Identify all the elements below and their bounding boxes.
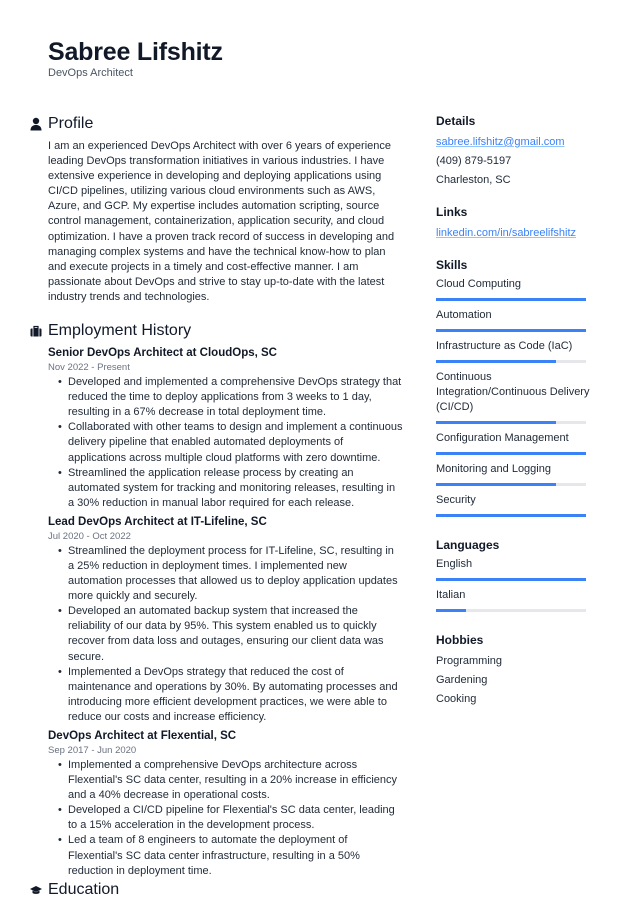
skill-item: Infrastructure as Code (IaC): [436, 339, 596, 363]
skill-item-label: Infrastructure as Code (IaC): [436, 340, 573, 352]
job-bullet: Developed and implemented a comprehensiv…: [58, 375, 403, 420]
skill-item-label: Continuous Integration/Continuous Delive…: [436, 371, 590, 413]
job-dates: Jul 2020 - Oct 2022: [48, 530, 131, 542]
hobby-item: Cooking: [436, 693, 477, 705]
skill-item-level-bar: [436, 329, 586, 332]
skill-item-level-bar: [436, 452, 586, 455]
job-bullets: Streamlined the deployment process for I…: [48, 544, 403, 725]
job-bullets: Developed and implemented a comprehensiv…: [48, 375, 403, 511]
skill-item: Configuration Management: [436, 431, 596, 455]
job-bullet: Implemented a DevOps strategy that reduc…: [58, 665, 403, 725]
hobby-item: Gardening: [436, 674, 488, 686]
job-dates: Sep 2017 - Jun 2020: [48, 745, 137, 756]
skill-item-label: Cloud Computing: [436, 278, 521, 290]
skill-item-level-fill: [436, 329, 586, 332]
user-icon: [30, 117, 42, 131]
language-item-level-fill: [436, 578, 586, 581]
skill-item-label: Configuration Management: [436, 432, 569, 444]
education-heading: Education: [48, 881, 120, 898]
employment-heading: Employment History: [48, 322, 192, 340]
graduation-cap-icon: [30, 886, 42, 894]
skill-item-level-fill: [436, 421, 556, 424]
skill-item-label: Monitoring and Logging: [436, 463, 551, 475]
main-column: Profile I am an experienced DevOps Archi…: [30, 113, 403, 879]
job-title: DevOps Architect at Flexential, SC: [48, 730, 237, 742]
education-header: Education: [30, 879, 120, 901]
languages-section: Languages English Italian: [436, 537, 596, 612]
job-bullet: Streamlined the application release proc…: [58, 466, 403, 511]
skill-item-level-fill: [436, 298, 586, 301]
job-title: Lead DevOps Architect at IT-Lifeline, SC: [48, 515, 267, 528]
skill-item-level-bar: [436, 298, 586, 301]
job-bullet: Led a team of 8 engineers to automate th…: [58, 833, 403, 878]
hobbies-list: Programming Gardening Cooking: [436, 652, 596, 709]
job-entry: DevOps Architect at Flexential, SC Sep 20…: [48, 728, 403, 879]
details-heading: Details: [436, 114, 476, 128]
education-section: Education: [30, 879, 120, 901]
language-item-label: English: [436, 558, 473, 570]
links-heading: Links: [436, 205, 468, 219]
resume-name: Sabree Lifshitz: [48, 38, 223, 66]
linkedin-link[interactable]: linkedin.com/in/sabreelifshitz: [436, 227, 576, 239]
profile-summary: I am an experienced DevOps Architect wit…: [48, 140, 395, 303]
email-link[interactable]: sabree.lifshitz@gmail.com: [436, 136, 565, 148]
profile-section: Profile I am an experienced DevOps Archi…: [30, 113, 403, 305]
job-entry: Lead DevOps Architect at IT-Lifeline, SC…: [48, 514, 403, 725]
languages-list: English Italian: [436, 557, 596, 612]
skill-item-level-fill: [436, 514, 586, 517]
hobbies-heading: Hobbies: [436, 633, 484, 647]
skills-section: Skills Cloud Computing Automation Infrastr…: [436, 257, 596, 517]
resume-job-title: DevOps Architect: [48, 67, 133, 79]
skill-item: Automation: [436, 308, 596, 332]
language-item: English: [436, 557, 596, 581]
details-section: Details sabree.lifshitz@gmail.com (409) …: [436, 113, 596, 190]
job-bullet: Developed an automated backup system tha…: [58, 604, 403, 664]
hobby-item: Programming: [436, 655, 503, 667]
location: Charleston, SC: [436, 174, 511, 186]
skills-heading: Skills: [436, 258, 468, 272]
profile-header: Profile: [30, 113, 403, 135]
job-dates: Nov 2022 - Present: [48, 362, 130, 374]
skill-item-level-fill: [436, 360, 556, 363]
phone-number: (409) 879-5197: [436, 155, 512, 167]
skill-item-level-bar: [436, 483, 586, 486]
job-title: Senior DevOps Architect at CloudOps, SC: [48, 347, 277, 360]
language-item-level-bar: [436, 609, 586, 612]
skill-item-level-bar: [436, 514, 586, 517]
skill-item-level-fill: [436, 452, 586, 455]
skill-item: Security: [436, 493, 596, 517]
skill-item: Monitoring and Logging: [436, 462, 596, 486]
skill-item-level-bar: [436, 421, 586, 424]
language-item: Italian: [436, 588, 596, 612]
links-section: Links linkedin.com/in/sabreelifshitz: [436, 204, 596, 243]
briefcase-icon: [30, 325, 42, 337]
employment-section: Employment History Senior DevOps Archite…: [30, 320, 403, 879]
skill-item-label: Automation: [436, 309, 492, 321]
language-item-level-fill: [436, 609, 466, 612]
language-item-level-bar: [436, 578, 586, 581]
employment-header: Employment History: [30, 320, 403, 342]
job-bullet: Developed a CI/CD pipeline for Flexentia…: [58, 803, 403, 833]
skill-item-level-fill: [436, 483, 556, 486]
hobbies-section: Hobbies Programming Gardening Cooking: [436, 632, 596, 709]
job-bullet: Streamlined the deployment process for I…: [58, 544, 403, 604]
job-bullet: Implemented a comprehensive DevOps archi…: [58, 758, 403, 803]
skills-list: Cloud Computing Automation Infrastructure …: [436, 277, 596, 517]
language-item-label: Italian: [436, 589, 466, 601]
skill-item: Continuous Integration/Continuous Delive…: [436, 370, 596, 424]
job-bullets: Implemented a comprehensive DevOps archi…: [48, 758, 403, 879]
languages-heading: Languages: [436, 538, 500, 552]
job-bullet: Collaborated with other teams to design …: [58, 420, 403, 465]
skill-item-label: Security: [436, 494, 476, 506]
skill-item-level-bar: [436, 360, 586, 363]
sidebar: Details sabree.lifshitz@gmail.com (409) …: [436, 113, 596, 723]
job-list: Senior DevOps Architect at CloudOps, SC N…: [48, 345, 403, 879]
skill-item: Cloud Computing: [436, 277, 596, 301]
profile-heading: Profile: [48, 115, 94, 132]
job-entry: Senior DevOps Architect at CloudOps, SC N…: [48, 345, 403, 511]
